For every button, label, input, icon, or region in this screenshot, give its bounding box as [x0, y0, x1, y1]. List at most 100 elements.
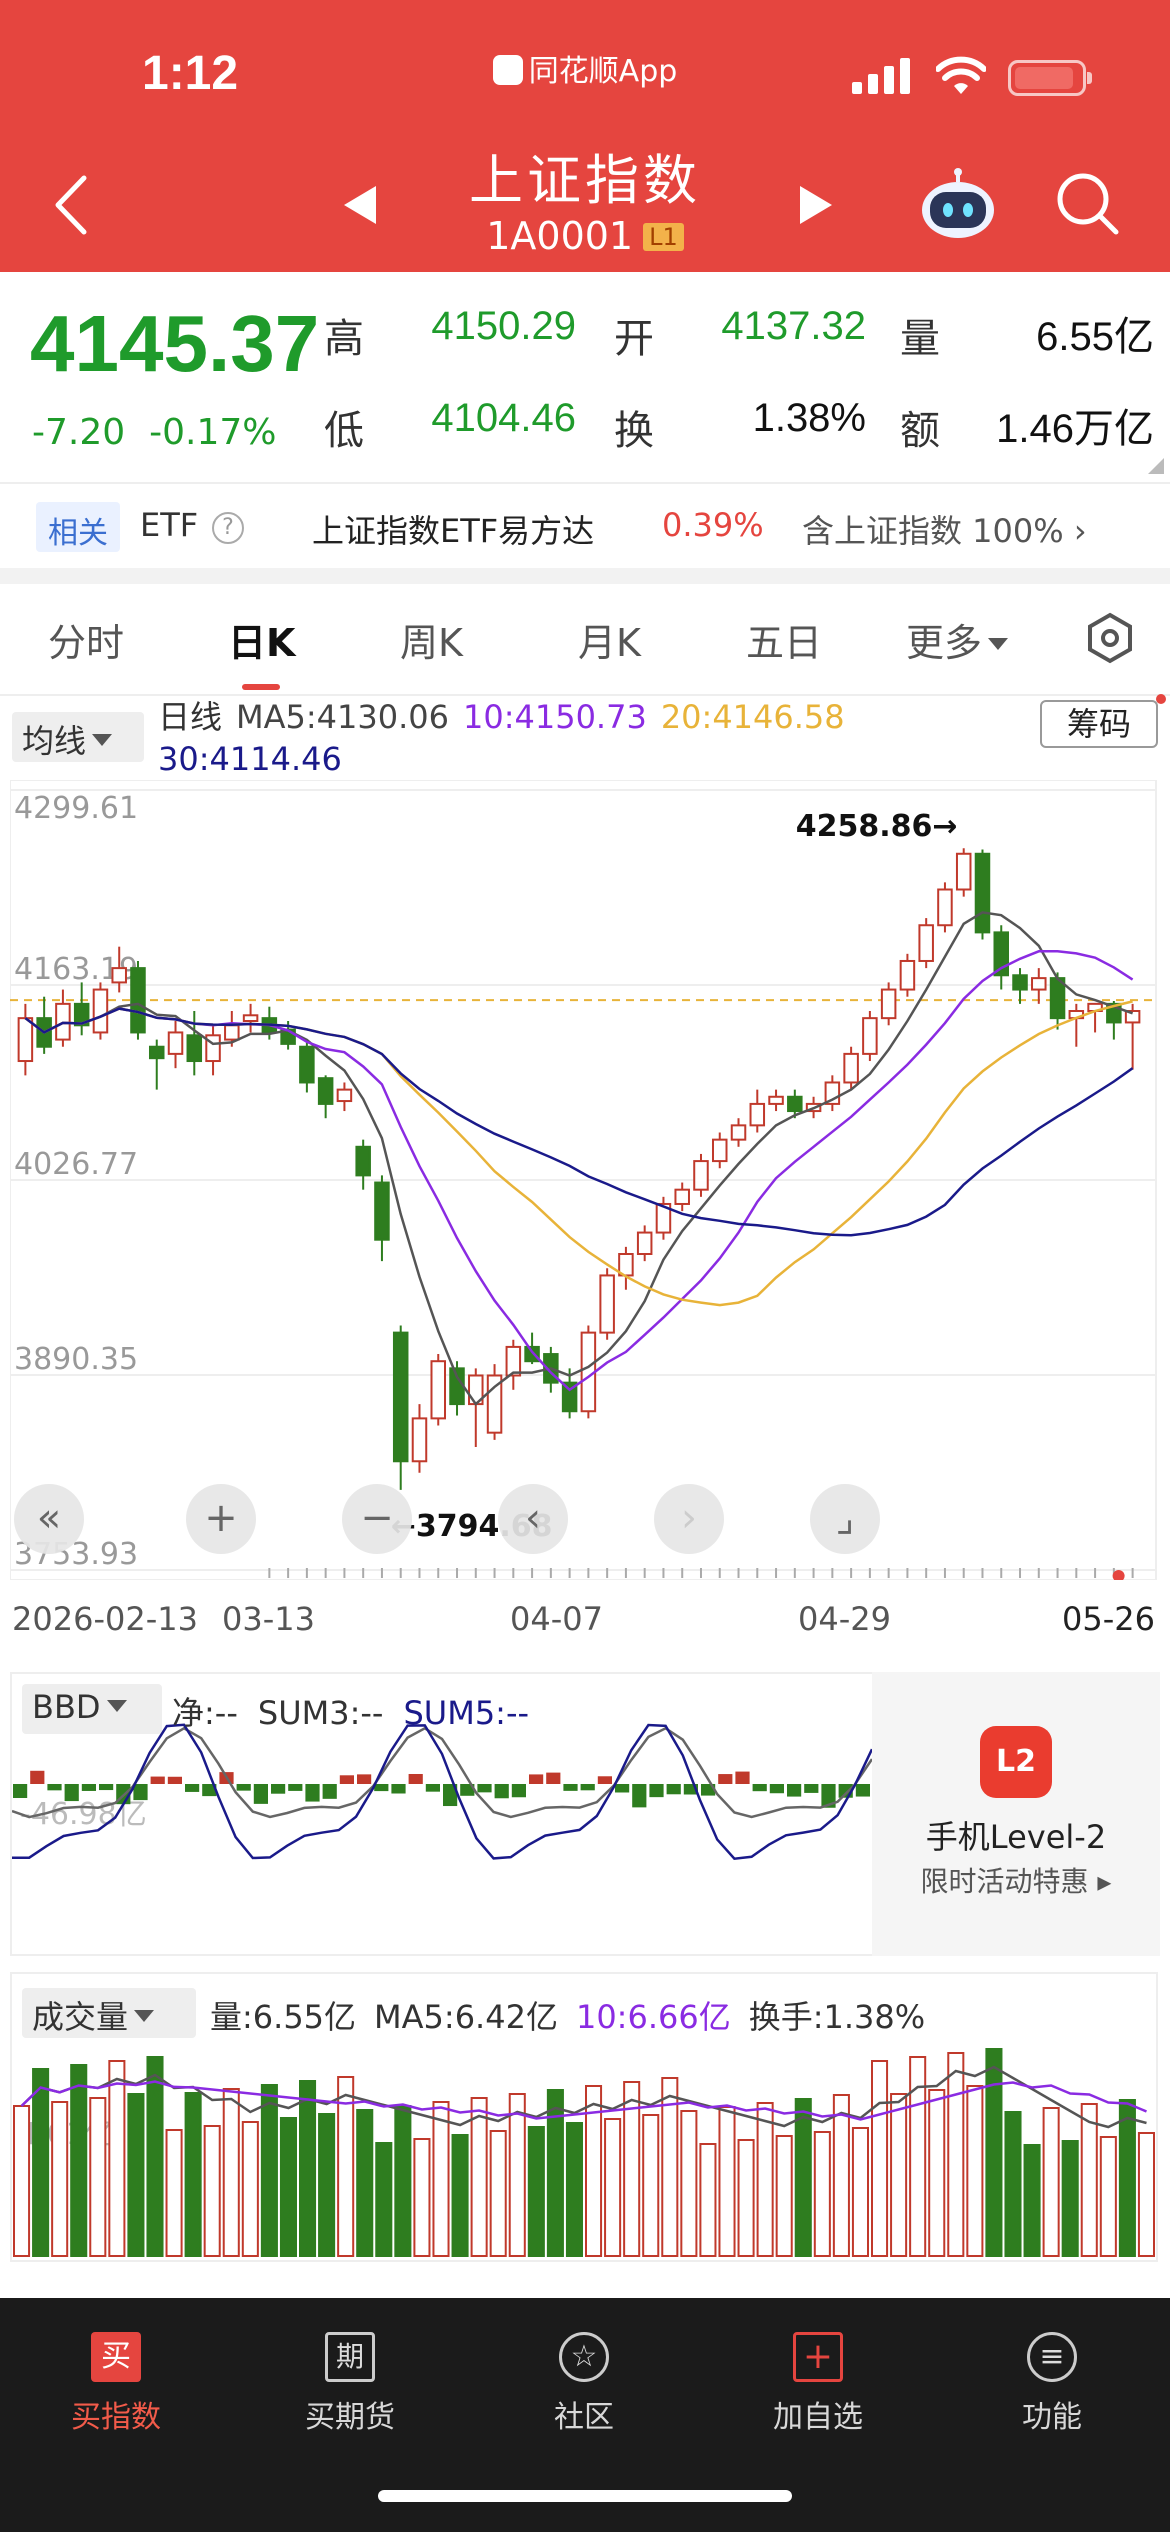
nav-label: 功能	[1022, 2400, 1082, 2435]
bbd-bar	[322, 1784, 337, 1799]
bbd-bar	[511, 1784, 526, 1798]
bbd-bar	[99, 1784, 114, 1791]
nav-functions[interactable]: ≡ 功能	[972, 2332, 1132, 2436]
x-tick-label: 04-07	[510, 1600, 603, 1638]
bbd-bar	[666, 1784, 681, 1795]
candle	[92, 982, 109, 1040]
section-gap	[0, 568, 1170, 584]
bbd-bar	[185, 1784, 200, 1792]
bbd-bar	[167, 1776, 182, 1784]
volume-bar	[356, 2109, 374, 2257]
volume-label: 量	[900, 316, 940, 362]
volume-bar	[1080, 2103, 1098, 2257]
tab-monthly-k[interactable]: 月K	[578, 612, 641, 667]
volume-bar	[737, 2139, 755, 2257]
etf-change-pct: 0.39%	[662, 506, 764, 544]
x-tick-label: 05-26	[1062, 1600, 1155, 1638]
volume-bar	[127, 2093, 145, 2257]
search-icon[interactable]	[1054, 170, 1120, 236]
related-etf-label: ETF	[140, 506, 199, 544]
scroll-right-button[interactable]: ›	[654, 1484, 724, 1554]
stock-code-text: 1A0001	[486, 214, 634, 258]
etf-name-link[interactable]: 上证指数ETF易方达	[312, 506, 594, 552]
volume-bar	[184, 2092, 202, 2257]
divider	[0, 482, 1170, 484]
open-label: 开	[614, 316, 654, 362]
bbd-select-label: BBD	[32, 1688, 101, 1726]
high-annotation: 4258.86→	[796, 809, 958, 844]
volume-bar	[489, 2130, 507, 2257]
zoom-in-button[interactable]: +	[186, 1484, 256, 1554]
related-tag[interactable]: 相关	[36, 502, 120, 552]
tab-weekly-k[interactable]: 周K	[400, 612, 463, 667]
candle	[317, 1075, 334, 1119]
help-icon[interactable]: ?	[212, 512, 244, 544]
ma-select-label: 均线	[22, 722, 87, 760]
nav-label: 买指数	[71, 2400, 161, 2435]
bbd-bar	[735, 1771, 750, 1784]
candle	[618, 1246, 634, 1290]
ma-legend: 日线 MA5:4130.06 10:4150.73 20:4146.58 30:4114…	[158, 696, 1028, 780]
bbd-bar	[150, 1776, 165, 1784]
level2-ad[interactable]: L2 手机Level-2 限时活动特惠 ▸	[872, 1672, 1160, 1956]
nav-community[interactable]: ☆ 社区	[504, 2332, 664, 2436]
amount-value: 1.46万亿	[996, 407, 1154, 451]
etf-contains-link[interactable]: 含上证指数 100% ›	[802, 506, 1087, 552]
chip-distribution-button[interactable]: 筹码	[1040, 700, 1158, 748]
robot-assistant-icon[interactable]	[918, 168, 998, 242]
settings-hexagon-icon[interactable]	[1084, 612, 1136, 664]
scroll-left-button[interactable]: ‹	[498, 1484, 568, 1554]
level2-title: 手机Level-2	[925, 1818, 1107, 1856]
tab-intraday[interactable]: 分时	[48, 612, 124, 667]
bbd-bar	[425, 1784, 440, 1792]
candle	[1012, 968, 1028, 1004]
bbd-bar	[787, 1784, 802, 1797]
wifi-icon	[936, 56, 986, 94]
volume-indicator-select[interactable]: 成交量	[22, 1988, 196, 2038]
volume-bar	[966, 2085, 984, 2257]
volume-bar	[89, 2097, 107, 2257]
open-value: 4137.32	[721, 304, 866, 348]
y-tick-label: 4299.61	[14, 791, 138, 826]
zoom-out-button[interactable]: −	[342, 1484, 412, 1554]
tab-five-day[interactable]: 五日	[746, 612, 822, 667]
ma-indicator-select[interactable]: 均线	[12, 712, 144, 762]
active-tab-indicator	[242, 684, 280, 690]
status-app-name: 同花顺App	[0, 46, 1170, 90]
candle	[17, 1003, 34, 1076]
nav-buy-index[interactable]: 买 买指数	[36, 2332, 196, 2436]
chevron-down-icon	[92, 734, 113, 746]
low-label: 低	[324, 408, 364, 454]
bbd-indicator-select[interactable]: BBD	[22, 1684, 162, 1734]
x-tick-label: 04-29	[798, 1600, 891, 1638]
candlestick-chart[interactable]: 4299.614163.194026.773890.353753.934258.…	[10, 780, 1160, 1580]
tab-more[interactable]: 更多	[906, 612, 1009, 667]
next-stock-icon[interactable]	[796, 182, 836, 228]
candle	[711, 1132, 728, 1169]
nav-add-watchlist[interactable]: + 加自选	[738, 2332, 898, 2436]
bbd-bar	[494, 1784, 509, 1799]
fullscreen-button[interactable]: ⌟	[810, 1484, 880, 1554]
volume-bar	[203, 2125, 221, 2257]
candle	[955, 848, 972, 897]
bbd-bar	[597, 1776, 612, 1784]
bbd-sum5: SUM5:--	[403, 1694, 530, 1732]
nav-buy-futures[interactable]: 期 买期货	[270, 2332, 430, 2436]
volume-bar	[775, 2135, 793, 2257]
jump-start-button[interactable]: «	[14, 1484, 84, 1554]
candle	[55, 989, 71, 1047]
status-app-label: 同花顺App	[528, 54, 678, 89]
ma20-value: 20:4146.58	[660, 698, 845, 736]
volume-bar	[222, 2088, 240, 2257]
tab-daily-k[interactable]: 日K	[228, 612, 295, 667]
bbd-bar	[339, 1775, 354, 1784]
candle	[449, 1361, 465, 1416]
candle	[974, 849, 991, 940]
volume-bar	[1099, 2136, 1117, 2257]
expand-corner-icon[interactable]	[1148, 458, 1164, 474]
volume-bar	[565, 2122, 584, 2257]
volume-bar	[1042, 2107, 1060, 2257]
bbd-bar	[477, 1784, 492, 1793]
candle	[468, 1368, 484, 1447]
bbd-bar	[718, 1774, 733, 1784]
